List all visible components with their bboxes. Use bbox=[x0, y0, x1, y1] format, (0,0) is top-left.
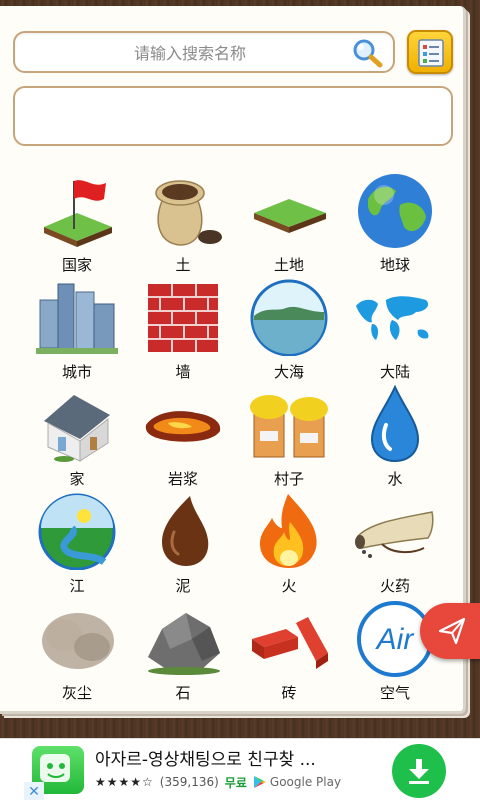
grid-item-label: 土 bbox=[175, 256, 191, 274]
soil-sack-icon bbox=[155, 180, 222, 246]
grid-item-label: 家 bbox=[69, 470, 85, 488]
price-label: 무료 bbox=[224, 775, 247, 790]
grid-item-label: 墙 bbox=[175, 363, 191, 381]
grid-item-wall[interactable]: 墙 bbox=[130, 276, 236, 383]
grid-item-home[interactable]: 家 bbox=[24, 383, 130, 490]
search-input[interactable] bbox=[25, 40, 355, 66]
paper-plane-icon bbox=[438, 617, 466, 645]
grid-item-label: 石 bbox=[175, 684, 191, 702]
house-icon bbox=[44, 395, 110, 462]
earth-globe-icon bbox=[358, 174, 432, 248]
flag-on-grass-icon bbox=[44, 180, 112, 247]
result-box bbox=[13, 86, 453, 146]
search-box[interactable] bbox=[13, 31, 395, 73]
grid-item-mud[interactable]: 泥 bbox=[130, 490, 236, 597]
grid-item-label: 空气 bbox=[379, 684, 410, 702]
grid-item-label: 村子 bbox=[273, 470, 304, 488]
grid-item-water[interactable]: 水 bbox=[342, 383, 448, 490]
grid-item-dust[interactable]: 灰尘 bbox=[24, 597, 130, 704]
grid-item-label: 城市 bbox=[61, 363, 92, 381]
grid-item-label: 火 bbox=[281, 577, 297, 595]
sea-landscape-icon bbox=[250, 279, 328, 356]
store-name: Google Play bbox=[269, 775, 342, 789]
rating-count: (359,136) bbox=[159, 775, 219, 789]
grid-item-land[interactable]: 土地 bbox=[236, 169, 342, 276]
send-button[interactable] bbox=[420, 603, 480, 659]
grid-item-soil[interactable]: 土 bbox=[130, 169, 236, 276]
google-play-badge: Google Play bbox=[253, 775, 341, 789]
list-icon bbox=[418, 39, 444, 67]
city-skyscrapers-icon bbox=[36, 283, 118, 354]
dust-cloud-icon bbox=[42, 613, 114, 669]
bricks-icon bbox=[252, 617, 328, 669]
grid-item-river[interactable]: 江 bbox=[24, 490, 130, 597]
grid-item-label: 灰尘 bbox=[61, 684, 92, 702]
fire-icon bbox=[260, 494, 317, 568]
grid-item-brick[interactable]: 砖 bbox=[236, 597, 342, 704]
grid-item-label: 岩浆 bbox=[167, 470, 198, 488]
svg-text:Air: Air bbox=[375, 623, 415, 656]
land-tile-icon bbox=[254, 199, 326, 233]
grid-item-country[interactable]: 国家 bbox=[24, 169, 130, 276]
grid-item-sea[interactable]: 大海 bbox=[236, 276, 342, 383]
gunpowder-horn-icon bbox=[355, 511, 434, 558]
grid-item-lava[interactable]: 岩浆 bbox=[130, 383, 236, 490]
world-map-continents-icon bbox=[356, 296, 429, 340]
google-play-icon bbox=[253, 776, 266, 788]
river-landscape-icon bbox=[38, 493, 116, 570]
stone-rock-icon bbox=[148, 613, 220, 675]
grid-item-earth[interactable]: 地球 bbox=[342, 169, 448, 276]
download-icon bbox=[409, 759, 429, 784]
grid-item-label: 大陆 bbox=[379, 363, 410, 381]
download-button[interactable] bbox=[392, 744, 446, 798]
grid-item-city[interactable]: 城市 bbox=[24, 276, 130, 383]
ad-banner[interactable]: 아자르-영상채팅으로 친구찾 ... ★★★★☆ (359,136) 무료 Go… bbox=[0, 738, 480, 800]
search-icon[interactable] bbox=[351, 38, 383, 68]
list-button[interactable] bbox=[407, 30, 453, 74]
brick-wall-icon bbox=[148, 284, 218, 352]
ad-close-button[interactable]: ✕ bbox=[24, 782, 44, 800]
grid-item-label: 水 bbox=[387, 470, 403, 488]
grid-item-label: 江 bbox=[69, 577, 85, 595]
rating-stars: ★★★★☆ bbox=[95, 775, 154, 789]
ad-title[interactable]: 아자르-영상채팅으로 친구찾 ... bbox=[95, 745, 385, 770]
mud-drop-icon bbox=[162, 496, 209, 566]
ad-meta: ★★★★☆ (359,136) 무료 Google Play bbox=[95, 773, 341, 791]
grid-item-label: 大海 bbox=[273, 363, 304, 381]
grid-item-label: 砖 bbox=[281, 684, 297, 702]
grid-item-gunpowder[interactable]: 火药 bbox=[342, 490, 448, 597]
water-drop-icon bbox=[370, 385, 420, 463]
lava-icon bbox=[145, 411, 221, 442]
grid-item-label: 地球 bbox=[379, 256, 410, 274]
grid-item-label: 泥 bbox=[175, 577, 191, 595]
grid-item-label: 国家 bbox=[61, 256, 92, 274]
grid-item-fire[interactable]: 火 bbox=[236, 490, 342, 597]
grid-item-stone[interactable]: 石 bbox=[130, 597, 236, 704]
grid-item-continent[interactable]: 大陆 bbox=[342, 276, 448, 383]
paper-panel: 国家 土 土地 地球 bbox=[0, 6, 466, 714]
grid-item-village[interactable]: 村子 bbox=[236, 383, 342, 490]
village-huts-icon bbox=[250, 395, 328, 458]
grid-item-label: 火药 bbox=[379, 577, 410, 595]
grid-item-label: 土地 bbox=[273, 256, 304, 274]
